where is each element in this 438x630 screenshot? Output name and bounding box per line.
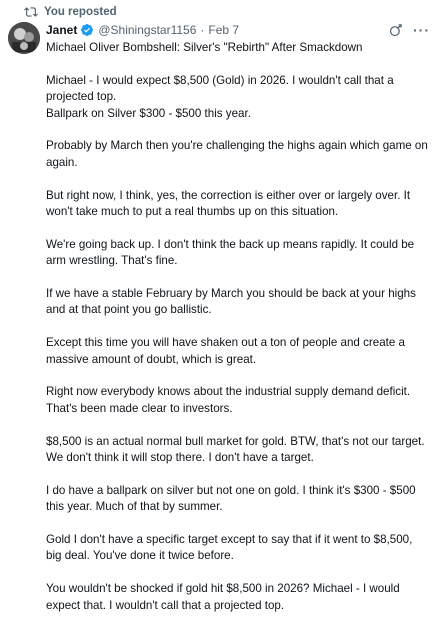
grok-icon[interactable] — [388, 23, 403, 38]
header-actions: ··· — [388, 23, 430, 38]
author-name[interactable]: Janet — [46, 23, 77, 37]
post-line: Ballpark on Silver $300 - $500 this year… — [46, 106, 251, 120]
verified-badge-icon — [80, 23, 94, 37]
repost-label: You reposted — [44, 6, 117, 18]
post-paragraph: Michael - I would expect $8,500 (Gold) i… — [46, 73, 428, 122]
post-paragraph: Except this time you will have shaken ou… — [46, 336, 405, 366]
author-handle[interactable]: @Shiningstar1156 — [98, 23, 196, 37]
post-text: Michael Oliver Bombshell: Silver's "Rebi… — [46, 40, 428, 630]
post-paragraph: We're going back up. I don't think the b… — [46, 237, 415, 268]
post-paragraph: Probably by March then you're challengin… — [46, 139, 428, 169]
avatar[interactable] — [8, 22, 40, 54]
post-paragraph: I do have a ballpark on silver but not o… — [46, 483, 416, 514]
post-date[interactable]: Feb 7 — [208, 23, 239, 37]
post-paragraph: Right now everybody knows about the indu… — [46, 385, 411, 415]
repost-icon — [24, 5, 38, 19]
post-paragraph: $8,500 is an actual normal bull market f… — [46, 434, 425, 465]
post-title: Michael Oliver Bombshell: Silver's "Rebi… — [46, 41, 363, 54]
post-paragraph: If we have a stable February by March yo… — [46, 287, 416, 317]
post-line: Michael - I would expect $8,500 (Gold) i… — [46, 73, 394, 104]
post-paragraph: But right now, I think, yes, the correct… — [46, 188, 411, 219]
header-separator: · — [200, 23, 205, 37]
post-paragraph: You wouldn't be shocked if gold hit $8,5… — [46, 582, 400, 612]
more-icon[interactable]: ··· — [413, 23, 430, 37]
repost-indicator: You reposted — [24, 4, 117, 20]
post-header: Janet @Shiningstar1156 · Feb 7 ··· — [46, 21, 430, 39]
post-paragraph: Gold I don't have a specific target exce… — [46, 533, 413, 563]
